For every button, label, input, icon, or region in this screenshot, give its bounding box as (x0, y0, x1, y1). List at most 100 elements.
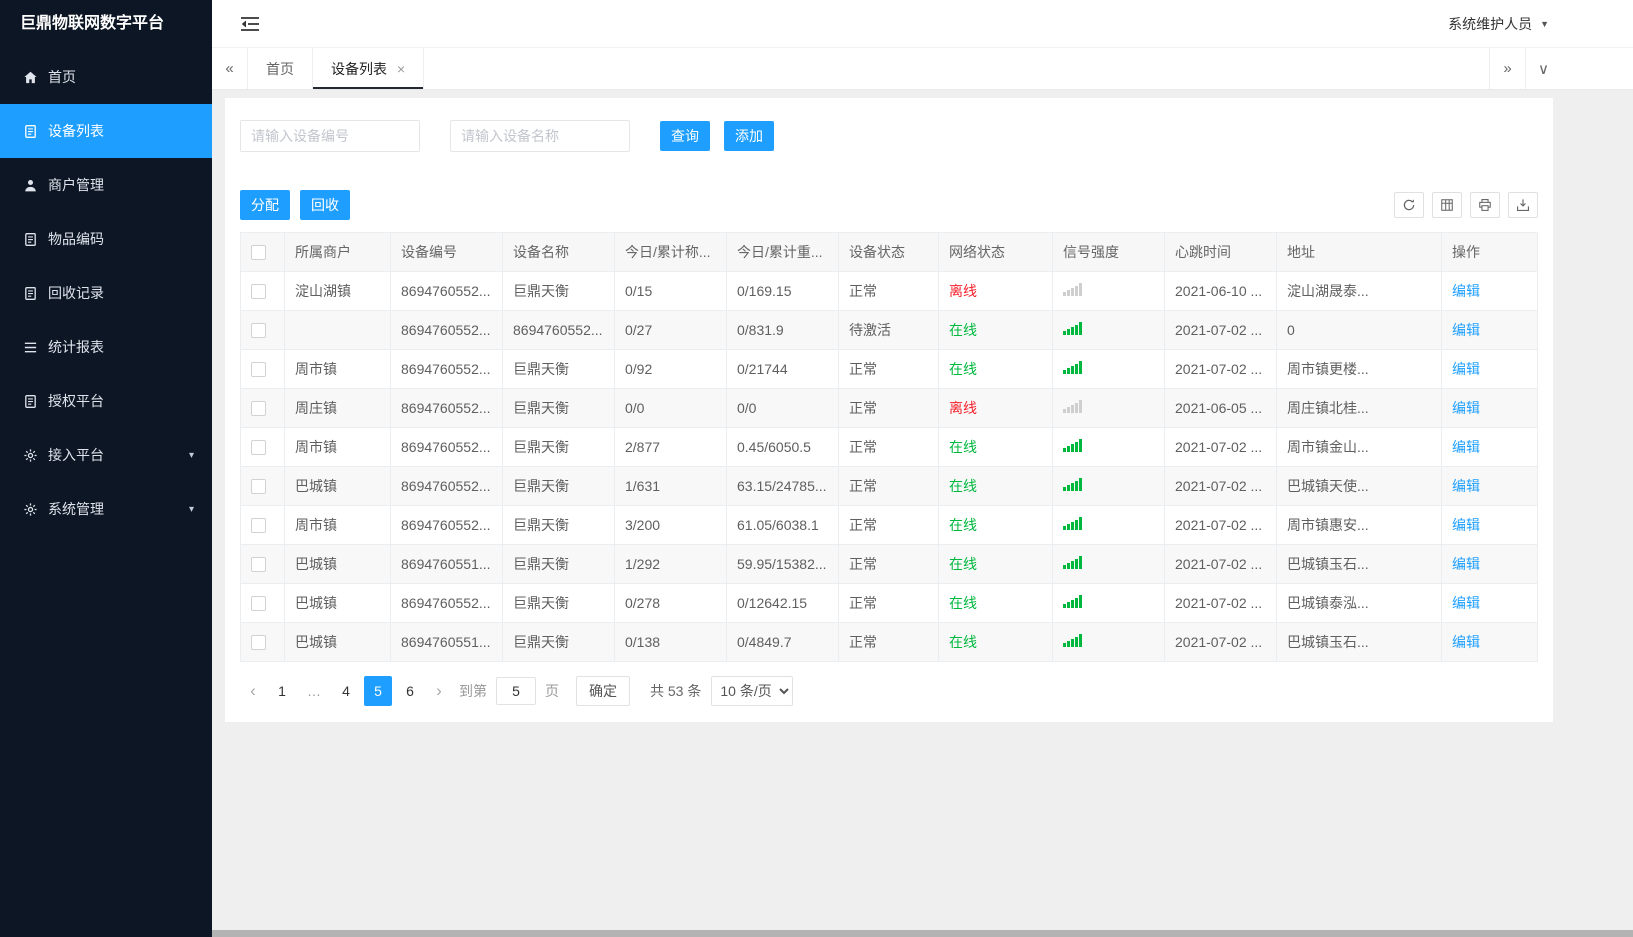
cell-network-status: 离线 (938, 271, 1053, 311)
row-checkbox[interactable] (251, 401, 266, 417)
device-no-input[interactable] (240, 120, 420, 152)
sidebar-item-access-platform[interactable]: 接入平台 ▾ (0, 428, 212, 482)
table-row: 周市镇 8694760552... 巨鼎天衡 2/877 0.45/6050.5 正常 在线… (240, 427, 1538, 467)
page-size-select[interactable]: 10 条/页 (711, 676, 794, 706)
edit-link[interactable]: 编辑 (1452, 439, 1480, 455)
row-checkbox[interactable] (251, 362, 266, 378)
print-icon[interactable] (1470, 192, 1500, 218)
cell-network-status: 在线 (938, 544, 1053, 584)
main-area: 系统维护人员 ▼ « 首页 设备列表 × » ∨ 查询 添加 分配 (212, 0, 1633, 937)
sidebar-item-recycle-record[interactable]: 回收记录 (0, 266, 212, 320)
cell-device-name: 巨鼎天衡 (502, 427, 615, 467)
cell-action: 编辑 (1441, 427, 1538, 467)
row-checkbox[interactable] (251, 440, 266, 456)
sidebar-item-label: 回收记录 (48, 285, 104, 301)
cell-today-count: 3/200 (614, 505, 727, 545)
signal-strength-icon (1063, 595, 1082, 608)
cell-device-status: 正常 (838, 544, 939, 584)
page-number[interactable]: 1 (268, 676, 296, 706)
add-button[interactable]: 添加 (724, 121, 774, 151)
horizontal-scrollbar[interactable] (212, 930, 1633, 937)
tab-close-icon[interactable]: × (397, 62, 405, 76)
user-name: 系统维护人员 (1448, 15, 1533, 32)
edit-link[interactable]: 编辑 (1452, 283, 1480, 299)
edit-link[interactable]: 编辑 (1452, 361, 1480, 377)
cell-checkbox (240, 271, 285, 311)
page-ellipsis: … (307, 683, 321, 699)
edit-link[interactable]: 编辑 (1452, 478, 1480, 494)
cell-signal (1052, 583, 1165, 623)
query-button[interactable]: 查询 (660, 121, 710, 151)
recycle-button[interactable]: 回收 (300, 190, 350, 220)
tabs-scroll-right-icon[interactable]: » (1489, 48, 1525, 89)
row-checkbox[interactable] (251, 479, 266, 495)
assign-button[interactable]: 分配 (240, 190, 290, 220)
cell-signal (1052, 622, 1165, 662)
edit-link[interactable]: 编辑 (1452, 400, 1480, 416)
edit-link[interactable]: 编辑 (1452, 517, 1480, 533)
page-number[interactable]: 5 (364, 676, 392, 706)
tab-home[interactable]: 首页 (248, 48, 313, 89)
page-number[interactable]: 6 (396, 676, 424, 706)
page-number[interactable]: 4 (332, 676, 360, 706)
cell-heartbeat: 2021-06-05 ... (1164, 388, 1277, 428)
edit-link[interactable]: 编辑 (1452, 322, 1480, 338)
select-all-cell (240, 232, 285, 272)
tab-label: 设备列表 (331, 60, 387, 77)
cell-today-count: 0/15 (614, 271, 727, 311)
goto-page-input[interactable] (496, 677, 536, 705)
row-checkbox[interactable] (251, 323, 266, 339)
sidebar-item-merchant-mgmt[interactable]: 商户管理 (0, 158, 212, 212)
cell-today-weight: 0/12642.15 (726, 583, 839, 623)
user-icon (22, 177, 38, 193)
cell-address: 周市镇惠安... (1276, 505, 1442, 545)
pagination-pages: 1 … 4 5 6 (266, 676, 426, 706)
cell-today-weight: 0/169.15 (726, 271, 839, 311)
row-checkbox[interactable] (251, 596, 266, 612)
user-menu[interactable]: 系统维护人员 ▼ (1448, 14, 1549, 34)
confirm-button[interactable]: 确定 (576, 676, 630, 706)
cell-device-status: 正常 (838, 466, 939, 506)
sidebar-item-home[interactable]: 首页 (0, 50, 212, 104)
row-checkbox[interactable] (251, 518, 266, 534)
sidebar-item-auth-platform[interactable]: 授权平台 (0, 374, 212, 428)
tab-device-list[interactable]: 设备列表 × (313, 48, 425, 89)
collapse-sidebar-icon[interactable] (240, 16, 260, 32)
refresh-icon[interactable] (1394, 192, 1424, 218)
table-row: 周市镇 8694760552... 巨鼎天衡 0/92 0/21744 正常 在线 2021-… (240, 349, 1538, 389)
table-header-row: 所属商户 设备编号 设备名称 今日/累计称... 今日/累计重... 设备状态 网络状态 信号… (240, 232, 1538, 272)
prev-page-icon[interactable]: ‹ (240, 676, 266, 706)
tabs-dropdown-icon[interactable]: ∨ (1525, 48, 1561, 89)
cell-network-status: 离线 (938, 388, 1053, 428)
signal-strength-icon (1063, 361, 1082, 374)
cell-merchant: 巴城镇 (284, 544, 391, 584)
edit-link[interactable]: 编辑 (1452, 556, 1480, 572)
sidebar-item-stats-report[interactable]: 统计报表 (0, 320, 212, 374)
sidebar-item-item-code[interactable]: 物品编码 (0, 212, 212, 266)
cell-heartbeat: 2021-07-02 ... (1164, 349, 1277, 389)
columns-icon[interactable] (1432, 192, 1462, 218)
edit-link[interactable]: 编辑 (1452, 634, 1480, 650)
cell-device-no: 8694760552... (390, 271, 503, 311)
cell-action: 编辑 (1441, 622, 1538, 662)
device-name-input[interactable] (450, 120, 630, 152)
edit-link[interactable]: 编辑 (1452, 595, 1480, 611)
sidebar-item-label: 接入平台 (48, 447, 104, 463)
export-icon[interactable] (1508, 192, 1538, 218)
row-checkbox[interactable] (251, 635, 266, 651)
next-page-icon[interactable]: › (426, 676, 452, 706)
cell-device-name: 巨鼎天衡 (502, 583, 615, 623)
tabs-scroll-left-icon[interactable]: « (212, 48, 248, 89)
sidebar-item-device-list[interactable]: 设备列表 (0, 104, 212, 158)
row-checkbox[interactable] (251, 284, 266, 300)
sidebar-item-label: 商户管理 (48, 177, 104, 193)
select-all-checkbox[interactable] (251, 245, 266, 261)
sidebar-item-label: 统计报表 (48, 339, 104, 355)
cell-merchant: 周市镇 (284, 349, 391, 389)
doc-icon (22, 285, 38, 301)
cell-device-no: 8694760552... (390, 388, 503, 428)
sidebar-item-system-mgmt[interactable]: 系统管理 ▾ (0, 482, 212, 536)
search-bar: 查询 添加 (240, 120, 1538, 152)
row-checkbox[interactable] (251, 557, 266, 573)
cell-signal (1052, 388, 1165, 428)
